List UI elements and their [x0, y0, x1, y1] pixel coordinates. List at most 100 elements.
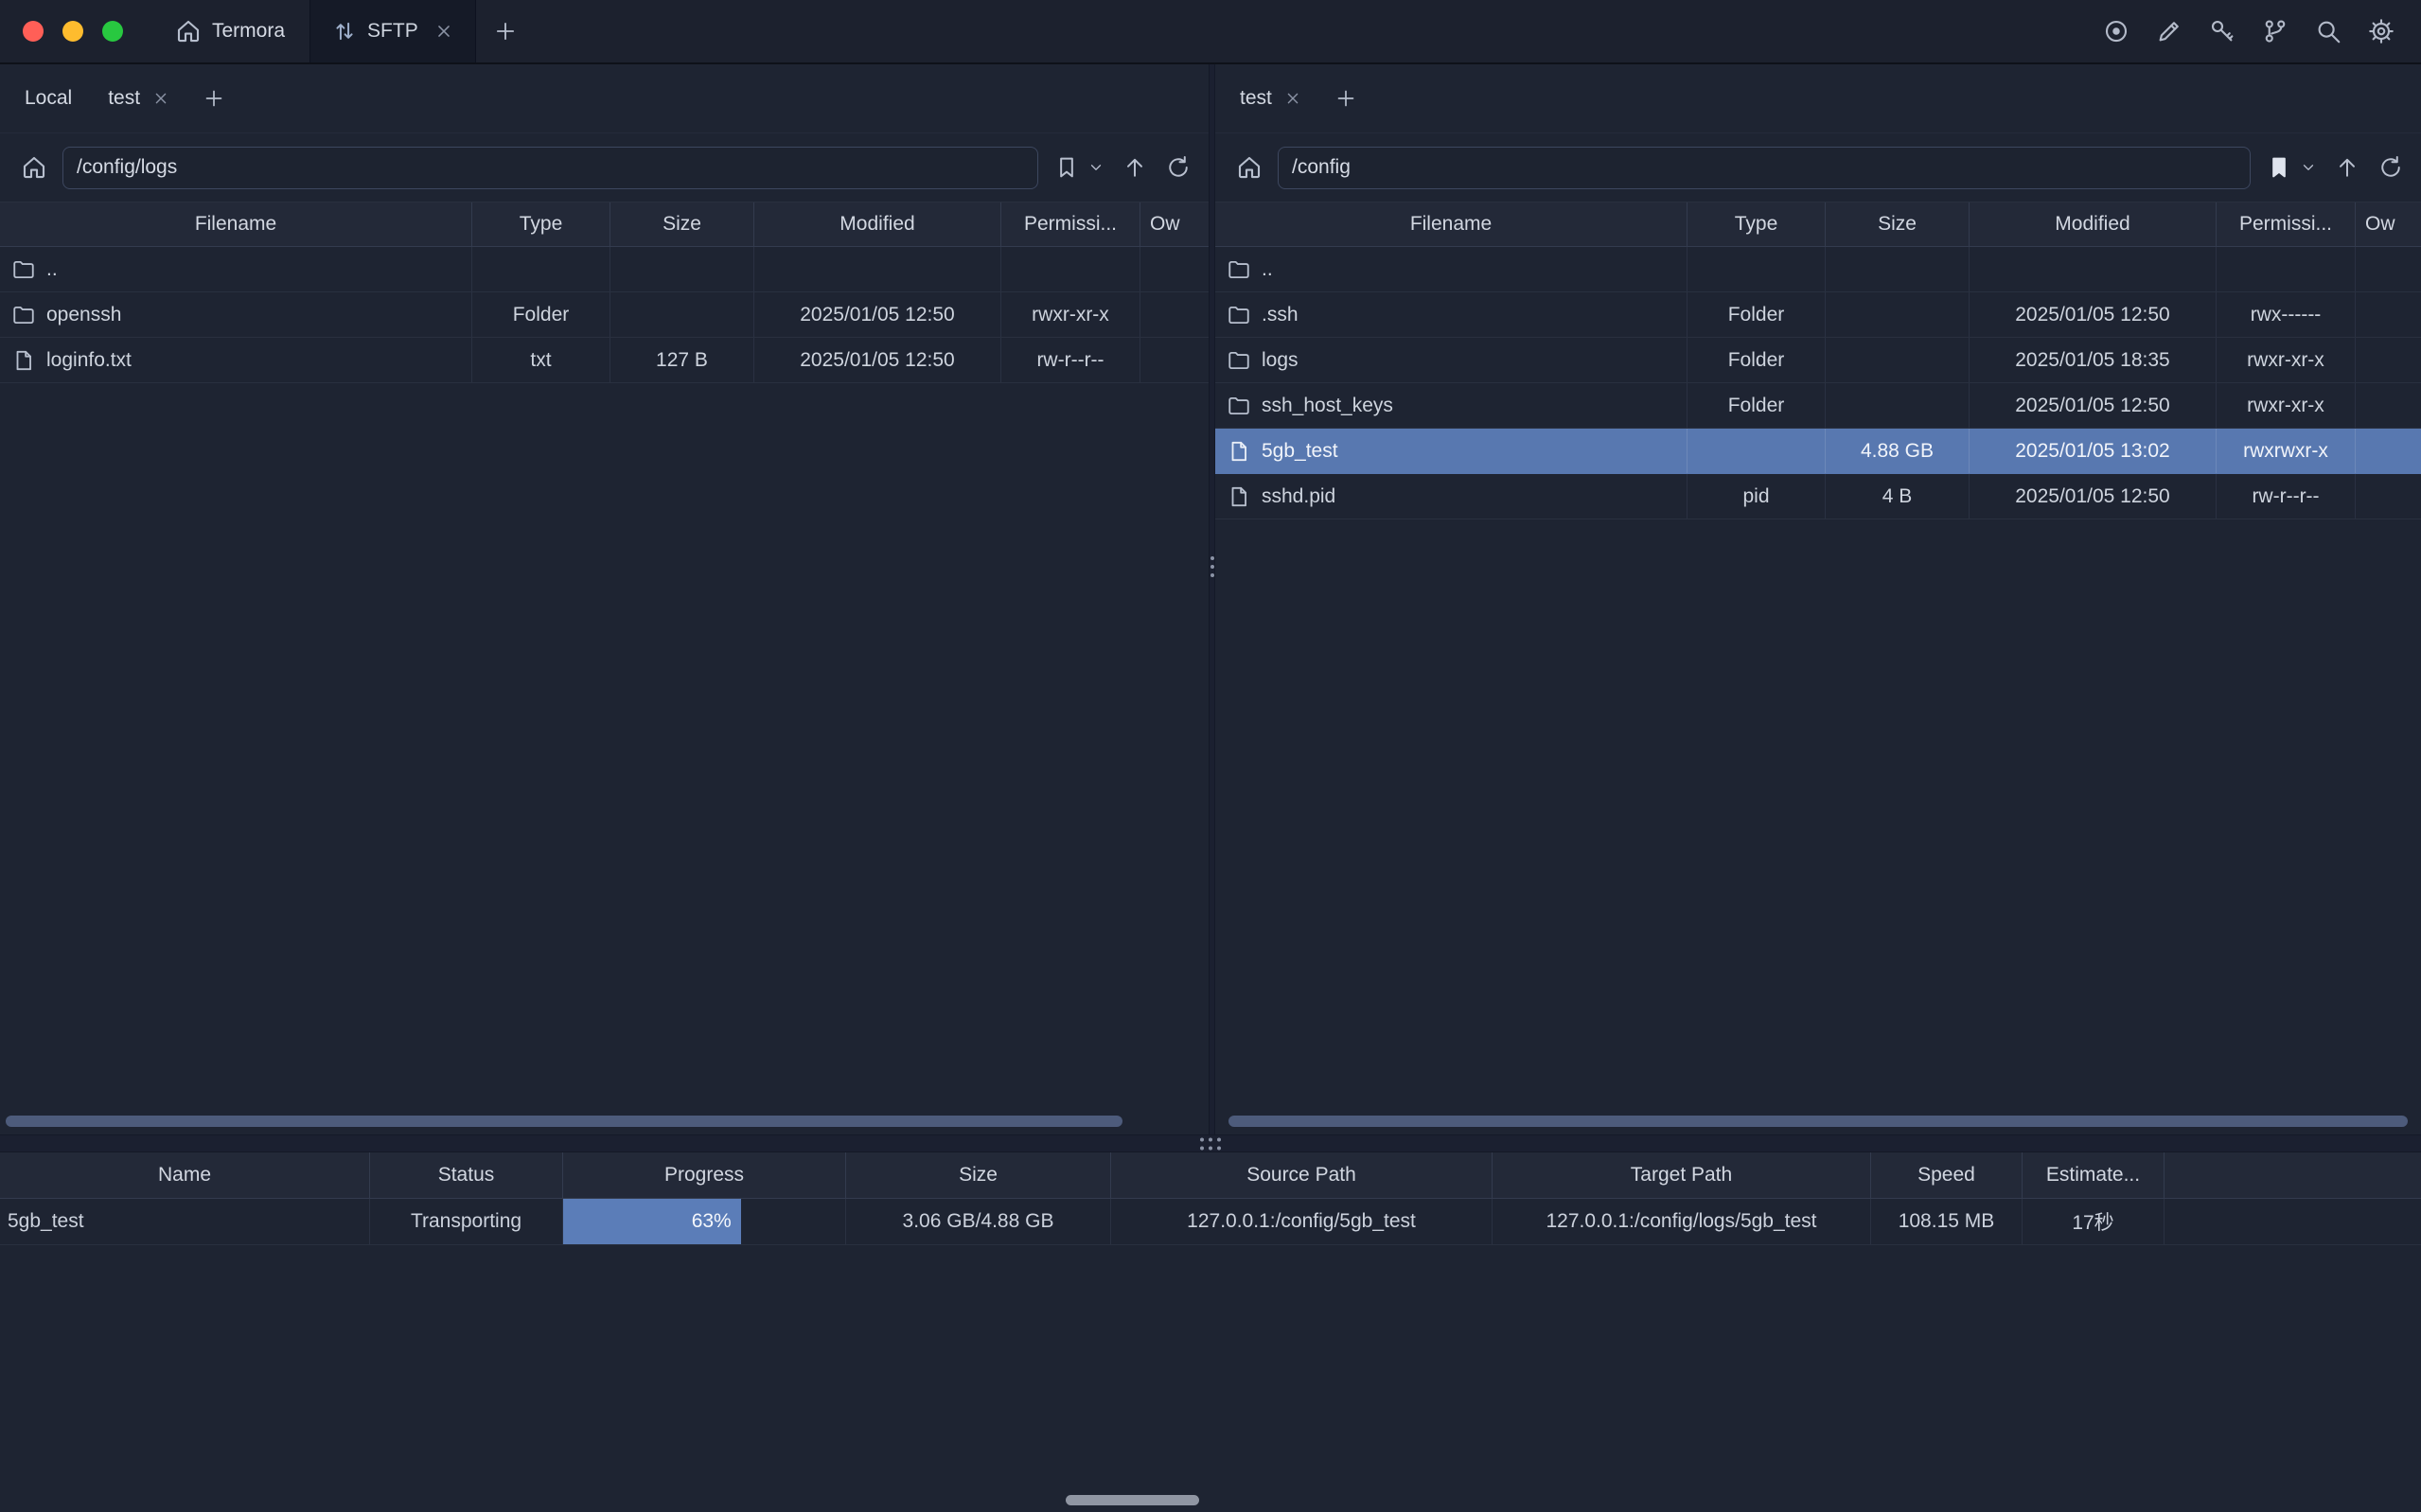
right-file-pane: test: [1215, 64, 2421, 1134]
file-type: Folder: [1688, 383, 1826, 428]
column-header-owner[interactable]: Ow: [2356, 202, 2421, 246]
add-pane-tab-button[interactable]: [1323, 87, 1369, 110]
transfer-row[interactable]: 5gb_test Transporting 63% 3.06 GB/4.88 G…: [0, 1199, 2421, 1245]
home-icon[interactable]: [17, 150, 51, 185]
file-modified: [754, 247, 1001, 291]
left-pane-tabs: Local test: [0, 64, 1209, 133]
add-pane-tab-button[interactable]: [191, 87, 237, 110]
right-file-table: Filename Type Size Modified Permissi... …: [1215, 202, 2421, 519]
table-row[interactable]: logs Folder 2025/01/05 18:35 rwxr-xr-x: [1215, 338, 2421, 383]
file-owner: [1140, 247, 1209, 291]
column-header-name[interactable]: Name: [0, 1152, 370, 1198]
file-type: [1688, 429, 1826, 473]
column-header-modified[interactable]: Modified: [754, 202, 1001, 246]
folder-icon: [11, 257, 36, 282]
tab-label: Local: [25, 87, 72, 110]
home-icon[interactable]: [1232, 150, 1266, 185]
path-input[interactable]: [62, 147, 1038, 189]
bottom-scrollbar[interactable]: [1066, 1495, 1199, 1505]
file-permissions: rwxr-xr-x: [2217, 383, 2356, 428]
progress-label: 63%: [692, 1210, 732, 1233]
right-table-header: Filename Type Size Modified Permissi... …: [1215, 202, 2421, 247]
folder-icon: [1227, 257, 1251, 282]
edit-icon[interactable]: [2154, 16, 2184, 46]
file-icon: [1227, 439, 1251, 464]
chevron-down-icon[interactable]: [1087, 159, 1104, 176]
column-header-size[interactable]: Size: [1826, 202, 1970, 246]
column-header-type[interactable]: Type: [472, 202, 610, 246]
path-input[interactable]: [1278, 147, 2251, 189]
transfer-name: 5gb_test: [0, 1199, 370, 1244]
column-header-estimate[interactable]: Estimate...: [2023, 1152, 2165, 1198]
zoom-window-button[interactable]: [102, 21, 123, 42]
file-size: [1826, 247, 1970, 291]
column-header-size[interactable]: Size: [846, 1152, 1111, 1198]
minimize-window-button[interactable]: [62, 21, 83, 42]
transfer-table-header: Name Status Progress Size Source Path Ta…: [0, 1152, 2421, 1199]
file-permissions: [1001, 247, 1140, 291]
bookmark-filled-icon[interactable]: [2266, 154, 2292, 181]
tab-local[interactable]: Local: [9, 64, 87, 132]
chevron-down-icon[interactable]: [2300, 159, 2317, 176]
key-icon[interactable]: [2207, 16, 2237, 46]
tab-label: test: [108, 87, 140, 110]
column-header-filename[interactable]: Filename: [0, 202, 472, 246]
record-icon[interactable]: [2101, 16, 2131, 46]
file-type: Folder: [1688, 292, 1826, 337]
close-window-button[interactable]: [23, 21, 44, 42]
column-header-progress[interactable]: Progress: [563, 1152, 846, 1198]
bookmark-icon[interactable]: [1053, 154, 1080, 181]
transfer-splitter[interactable]: [0, 1134, 2421, 1152]
filename: 5gb_test: [1262, 440, 1338, 463]
file-size: [610, 292, 754, 337]
column-header-source-path[interactable]: Source Path: [1111, 1152, 1493, 1198]
filename: logs: [1262, 349, 1299, 372]
folder-icon: [11, 303, 36, 327]
close-tab-icon[interactable]: [151, 89, 170, 108]
table-row[interactable]: loginfo.txt txt 127 B 2025/01/05 12:50 r…: [0, 338, 1209, 383]
file-type: pid: [1688, 474, 1826, 519]
column-header-owner[interactable]: Ow: [1140, 202, 1209, 246]
close-tab-icon[interactable]: [433, 21, 454, 42]
table-row[interactable]: ..: [1215, 247, 2421, 292]
column-header-modified[interactable]: Modified: [1970, 202, 2217, 246]
horizontal-scrollbar[interactable]: [6, 1116, 1122, 1127]
tab-termora[interactable]: Termora: [150, 0, 309, 62]
up-directory-icon[interactable]: [2334, 154, 2360, 181]
table-row-selected[interactable]: 5gb_test 4.88 GB 2025/01/05 13:02 rwxrwx…: [1215, 429, 2421, 474]
refresh-icon[interactable]: [1165, 154, 1192, 181]
git-branch-icon[interactable]: [2260, 16, 2290, 46]
file-owner: [2356, 474, 2421, 519]
file-permissions: rw-r--r--: [2217, 474, 2356, 519]
column-header-permissions[interactable]: Permissi...: [1001, 202, 1140, 246]
close-tab-icon[interactable]: [1283, 89, 1302, 108]
column-header-filename[interactable]: Filename: [1215, 202, 1688, 246]
column-header-permissions[interactable]: Permissi...: [2217, 202, 2356, 246]
tab-sftp[interactable]: SFTP: [309, 0, 476, 62]
up-directory-icon[interactable]: [1122, 154, 1148, 181]
tab-test-left[interactable]: test: [93, 64, 186, 132]
column-header-size[interactable]: Size: [610, 202, 754, 246]
new-window-tab-button[interactable]: [476, 0, 535, 62]
table-row[interactable]: sshd.pid pid 4 B 2025/01/05 12:50 rw-r--…: [1215, 474, 2421, 519]
transfer-row-filler: [2165, 1199, 2421, 1244]
column-header-speed[interactable]: Speed: [1871, 1152, 2023, 1198]
file-modified: 2025/01/05 12:50: [754, 338, 1001, 382]
app-tab-label: Termora: [212, 20, 285, 43]
divider-grip: [1210, 556, 1214, 577]
transfer-source-path: 127.0.0.1:/config/5gb_test: [1111, 1199, 1493, 1244]
column-header-type[interactable]: Type: [1688, 202, 1826, 246]
column-header-target-path[interactable]: Target Path: [1493, 1152, 1871, 1198]
search-icon[interactable]: [2313, 16, 2343, 46]
column-header-status[interactable]: Status: [370, 1152, 563, 1198]
pane-divider[interactable]: [1209, 64, 1215, 1134]
refresh-icon[interactable]: [2377, 154, 2404, 181]
gear-icon[interactable]: [2366, 16, 2396, 46]
table-row[interactable]: ..: [0, 247, 1209, 292]
table-row[interactable]: ssh_host_keys Folder 2025/01/05 12:50 rw…: [1215, 383, 2421, 429]
file-icon: [11, 348, 36, 373]
horizontal-scrollbar[interactable]: [1228, 1116, 2408, 1127]
table-row[interactable]: openssh Folder 2025/01/05 12:50 rwxr-xr-…: [0, 292, 1209, 338]
table-row[interactable]: .ssh Folder 2025/01/05 12:50 rwx------: [1215, 292, 2421, 338]
tab-test-right[interactable]: test: [1225, 64, 1317, 132]
